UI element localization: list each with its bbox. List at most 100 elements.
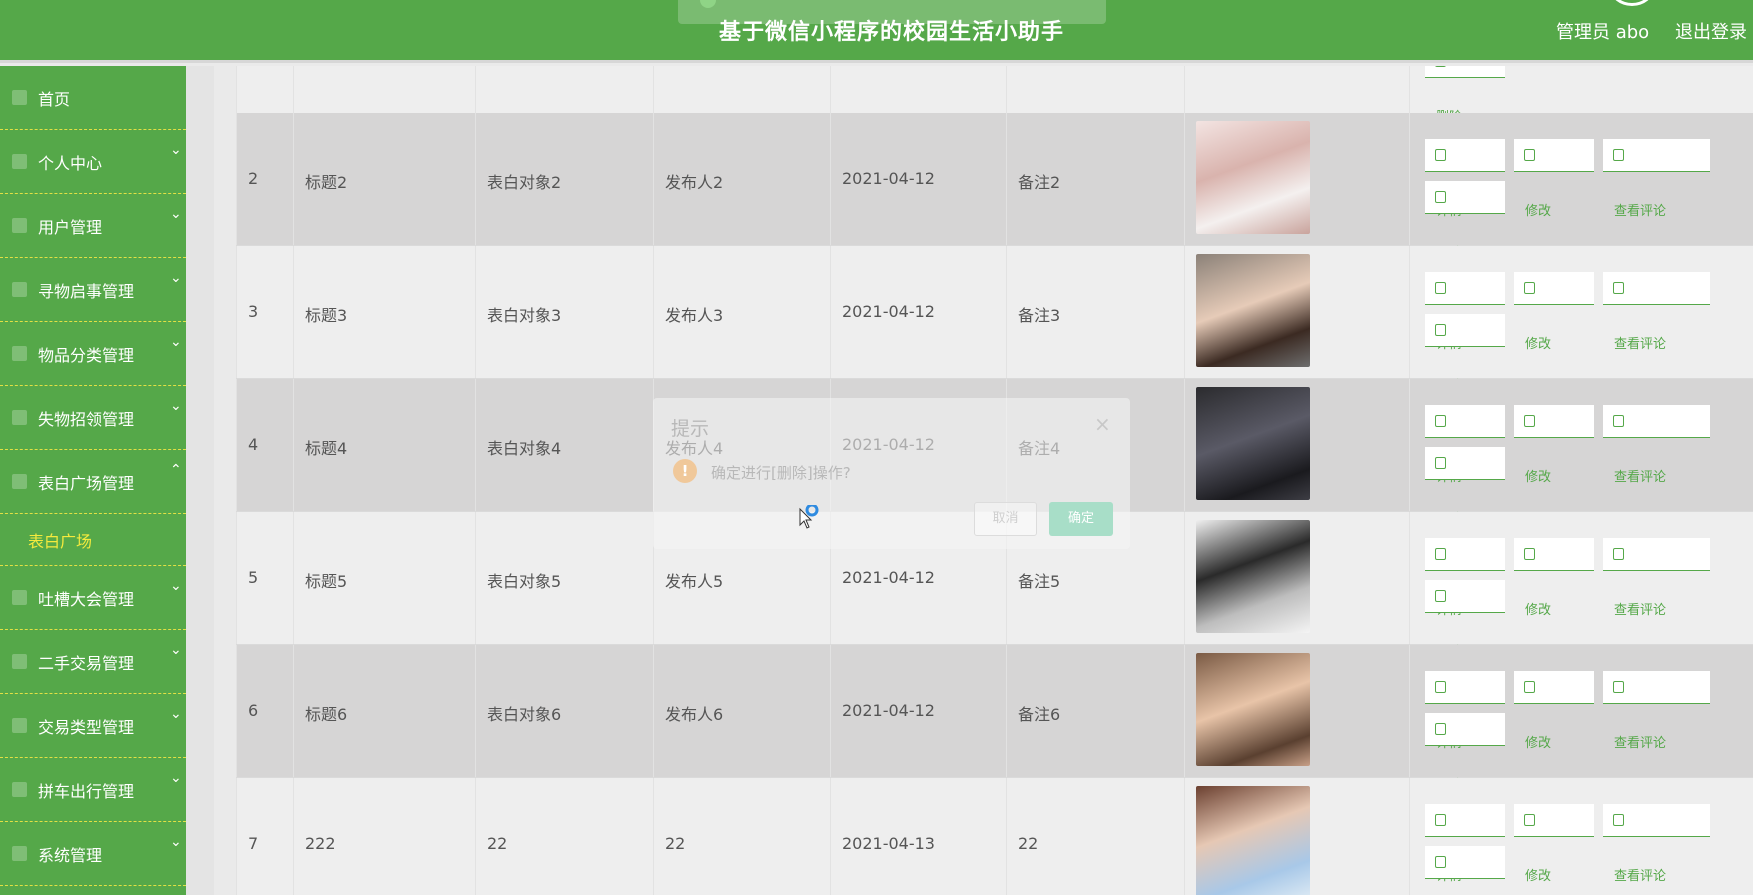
detail-button[interactable]: 详情 — [1425, 671, 1505, 751]
cell-title: 222 — [293, 778, 475, 895]
cell-text: 标题4 — [305, 439, 348, 458]
sidebar-item-carpool[interactable]: 拼车出行管理 ⌄ — [0, 758, 186, 822]
cell-text: 表白对象2 — [487, 173, 562, 192]
filter-icon — [12, 590, 27, 605]
cell-actions: 详情修改 查看评论 删除 — [1409, 246, 1753, 394]
sidebar-item-item-category[interactable]: 物品分类管理 ⌄ — [0, 322, 186, 386]
view-comments-button[interactable]: 查看评论 — [1603, 671, 1710, 751]
cell-text: 备注2 — [1018, 173, 1061, 192]
chevron-down-icon: ⌄ — [170, 398, 182, 414]
cell-title: 标题4 — [293, 379, 475, 511]
confirm-button[interactable]: 确定 — [1049, 502, 1113, 536]
detail-button[interactable]: 详情 — [1425, 139, 1505, 219]
delete-button[interactable]: 删除 — [1425, 580, 1505, 660]
sidebar-item-trade-type[interactable]: 交易类型管理 ⌄ — [0, 694, 186, 758]
edit-button[interactable]: 修改 — [1514, 139, 1594, 219]
table-row: 3 标题3 表白对象3 发布人3 2021-04-12 备注3 详情修改 查看评论 删除 — [236, 246, 1753, 394]
submenu-item-confession-square[interactable]: 表白广场 — [0, 514, 186, 566]
sidebar-item-label: 首页 — [38, 90, 71, 109]
sidebar-item-label: 个人中心 — [38, 154, 103, 173]
delete-button[interactable]: 删除 — [1425, 846, 1505, 879]
sidebar-item-confession-square[interactable]: 表白广场管理 ⌃ — [0, 450, 186, 514]
detail-button[interactable]: 详情 — [1425, 272, 1505, 352]
cell-text: 2021-04-12 — [842, 701, 935, 720]
pencil-icon — [1613, 681, 1624, 693]
cell-title: 标题3 — [293, 246, 475, 378]
sidebar-item-users[interactable]: 用户管理 ⌄ — [0, 194, 186, 258]
cell-publisher: 发布人2 — [653, 113, 830, 245]
delete-button[interactable]: 删除 — [1425, 181, 1505, 261]
app-title: 基于微信小程序的校园生活小助手 — [718, 20, 1064, 45]
view-comments-button[interactable]: 查看评论 — [1603, 272, 1710, 352]
cell-text: 3 — [248, 302, 259, 321]
edit-button[interactable]: 修改 — [1514, 405, 1594, 485]
edit-button[interactable]: 修改 — [1514, 671, 1594, 751]
cell-text: 表白对象4 — [487, 439, 562, 458]
document-icon — [1435, 814, 1446, 826]
sidebar-item-label: 交易类型管理 — [38, 718, 135, 737]
list-icon — [12, 410, 27, 425]
trash-icon — [1435, 590, 1446, 602]
cell-id: 5 — [236, 512, 293, 644]
edit-button[interactable]: 修改 — [1514, 272, 1594, 352]
chevron-down-icon: ⌄ — [170, 834, 182, 850]
cell-actions: 详情修改 查看评论 删除 — [1409, 645, 1753, 793]
row-photo — [1196, 254, 1310, 367]
view-comments-button[interactable]: 查看评论 — [1603, 538, 1710, 618]
pencil-icon — [1613, 814, 1624, 826]
sidebar-item-personal-center[interactable]: 个人中心 ⌄ — [0, 130, 186, 194]
sidebar-item-second-hand[interactable]: 二手交易管理 ⌄ — [0, 630, 186, 694]
document-icon — [1435, 282, 1446, 294]
view-comments-button[interactable]: 查看评论 — [1603, 139, 1710, 219]
category-icon — [12, 346, 27, 361]
sidebar-item-found-items[interactable]: 失物招领管理 ⌄ — [0, 386, 186, 450]
cell-text: 发布人3 — [665, 306, 724, 325]
pencil-icon — [1613, 282, 1624, 294]
cell-id: 2 — [236, 113, 293, 245]
close-icon[interactable]: × — [1094, 412, 1111, 436]
cell-text: 7 — [248, 834, 259, 853]
pencil-icon — [1613, 149, 1624, 161]
warning-icon: ! — [673, 459, 697, 483]
top-header: 基于微信小程序的校园生活小助手 管理员 abo 退出登录 — [0, 0, 1753, 63]
cell-target: 表白对象3 — [475, 246, 653, 378]
mouse-cursor-icon — [799, 505, 819, 529]
edit-button[interactable]: 修改 — [1514, 538, 1594, 618]
delete-button[interactable]: 删除 — [1425, 314, 1505, 394]
detail-button[interactable]: 详情 — [1425, 405, 1505, 485]
logout-button[interactable]: 退出登录 — [1675, 18, 1747, 44]
chevron-down-icon: ⌄ — [170, 578, 182, 594]
delete-button[interactable]: 删除 — [1425, 713, 1505, 793]
sidebar-item-lost-notice[interactable]: 寻物启事管理 ⌄ — [0, 258, 186, 322]
detail-button[interactable]: 详情 — [1425, 804, 1505, 884]
view-comments-button[interactable]: 查看评论 — [1603, 405, 1710, 485]
delete-button[interactable]: 删除 — [1425, 66, 1505, 125]
submenu-item-label: 表白广场 — [28, 532, 93, 551]
cell-text: 22 — [487, 834, 508, 853]
cell-text: 备注3 — [1018, 306, 1061, 325]
cell-text: 标题5 — [305, 572, 348, 591]
cell-photo — [1184, 246, 1409, 378]
cell-text: 发布人2 — [665, 173, 724, 192]
detail-button[interactable]: 详情 — [1425, 538, 1505, 618]
sidebar-item-system[interactable]: 系统管理 ⌄ — [0, 822, 186, 886]
button-label: 查看评论 — [1614, 736, 1667, 751]
avatar[interactable] — [1610, 0, 1654, 6]
row-photo — [1196, 653, 1310, 766]
view-comments-button[interactable]: 查看评论 — [1603, 804, 1710, 884]
sidebar-item-complaints[interactable]: 吐槽大会管理 ⌄ — [0, 566, 186, 630]
button-label: 修改 — [1525, 603, 1552, 618]
dialog-title: 提示 — [671, 418, 710, 440]
sidebar: 首页 个人中心 ⌄ 用户管理 ⌄ 寻物启事管理 ⌄ 物品分类管理 ⌄ 失物招领管… — [0, 66, 186, 895]
sidebar-item-label: 系统管理 — [38, 846, 103, 865]
cell-text: 备注6 — [1018, 705, 1061, 724]
cell-text: 2021-04-13 — [842, 834, 935, 853]
row-photo — [1196, 387, 1310, 500]
edit-button[interactable]: 修改 — [1514, 804, 1594, 884]
cell-title: 标题5 — [293, 512, 475, 644]
cancel-button[interactable]: 取消 — [974, 502, 1037, 536]
sidebar-item-home[interactable]: 首页 — [0, 66, 186, 130]
pencil-icon — [1524, 814, 1535, 826]
delete-button[interactable]: 删除 — [1425, 447, 1505, 527]
button-label: 修改 — [1525, 736, 1552, 751]
